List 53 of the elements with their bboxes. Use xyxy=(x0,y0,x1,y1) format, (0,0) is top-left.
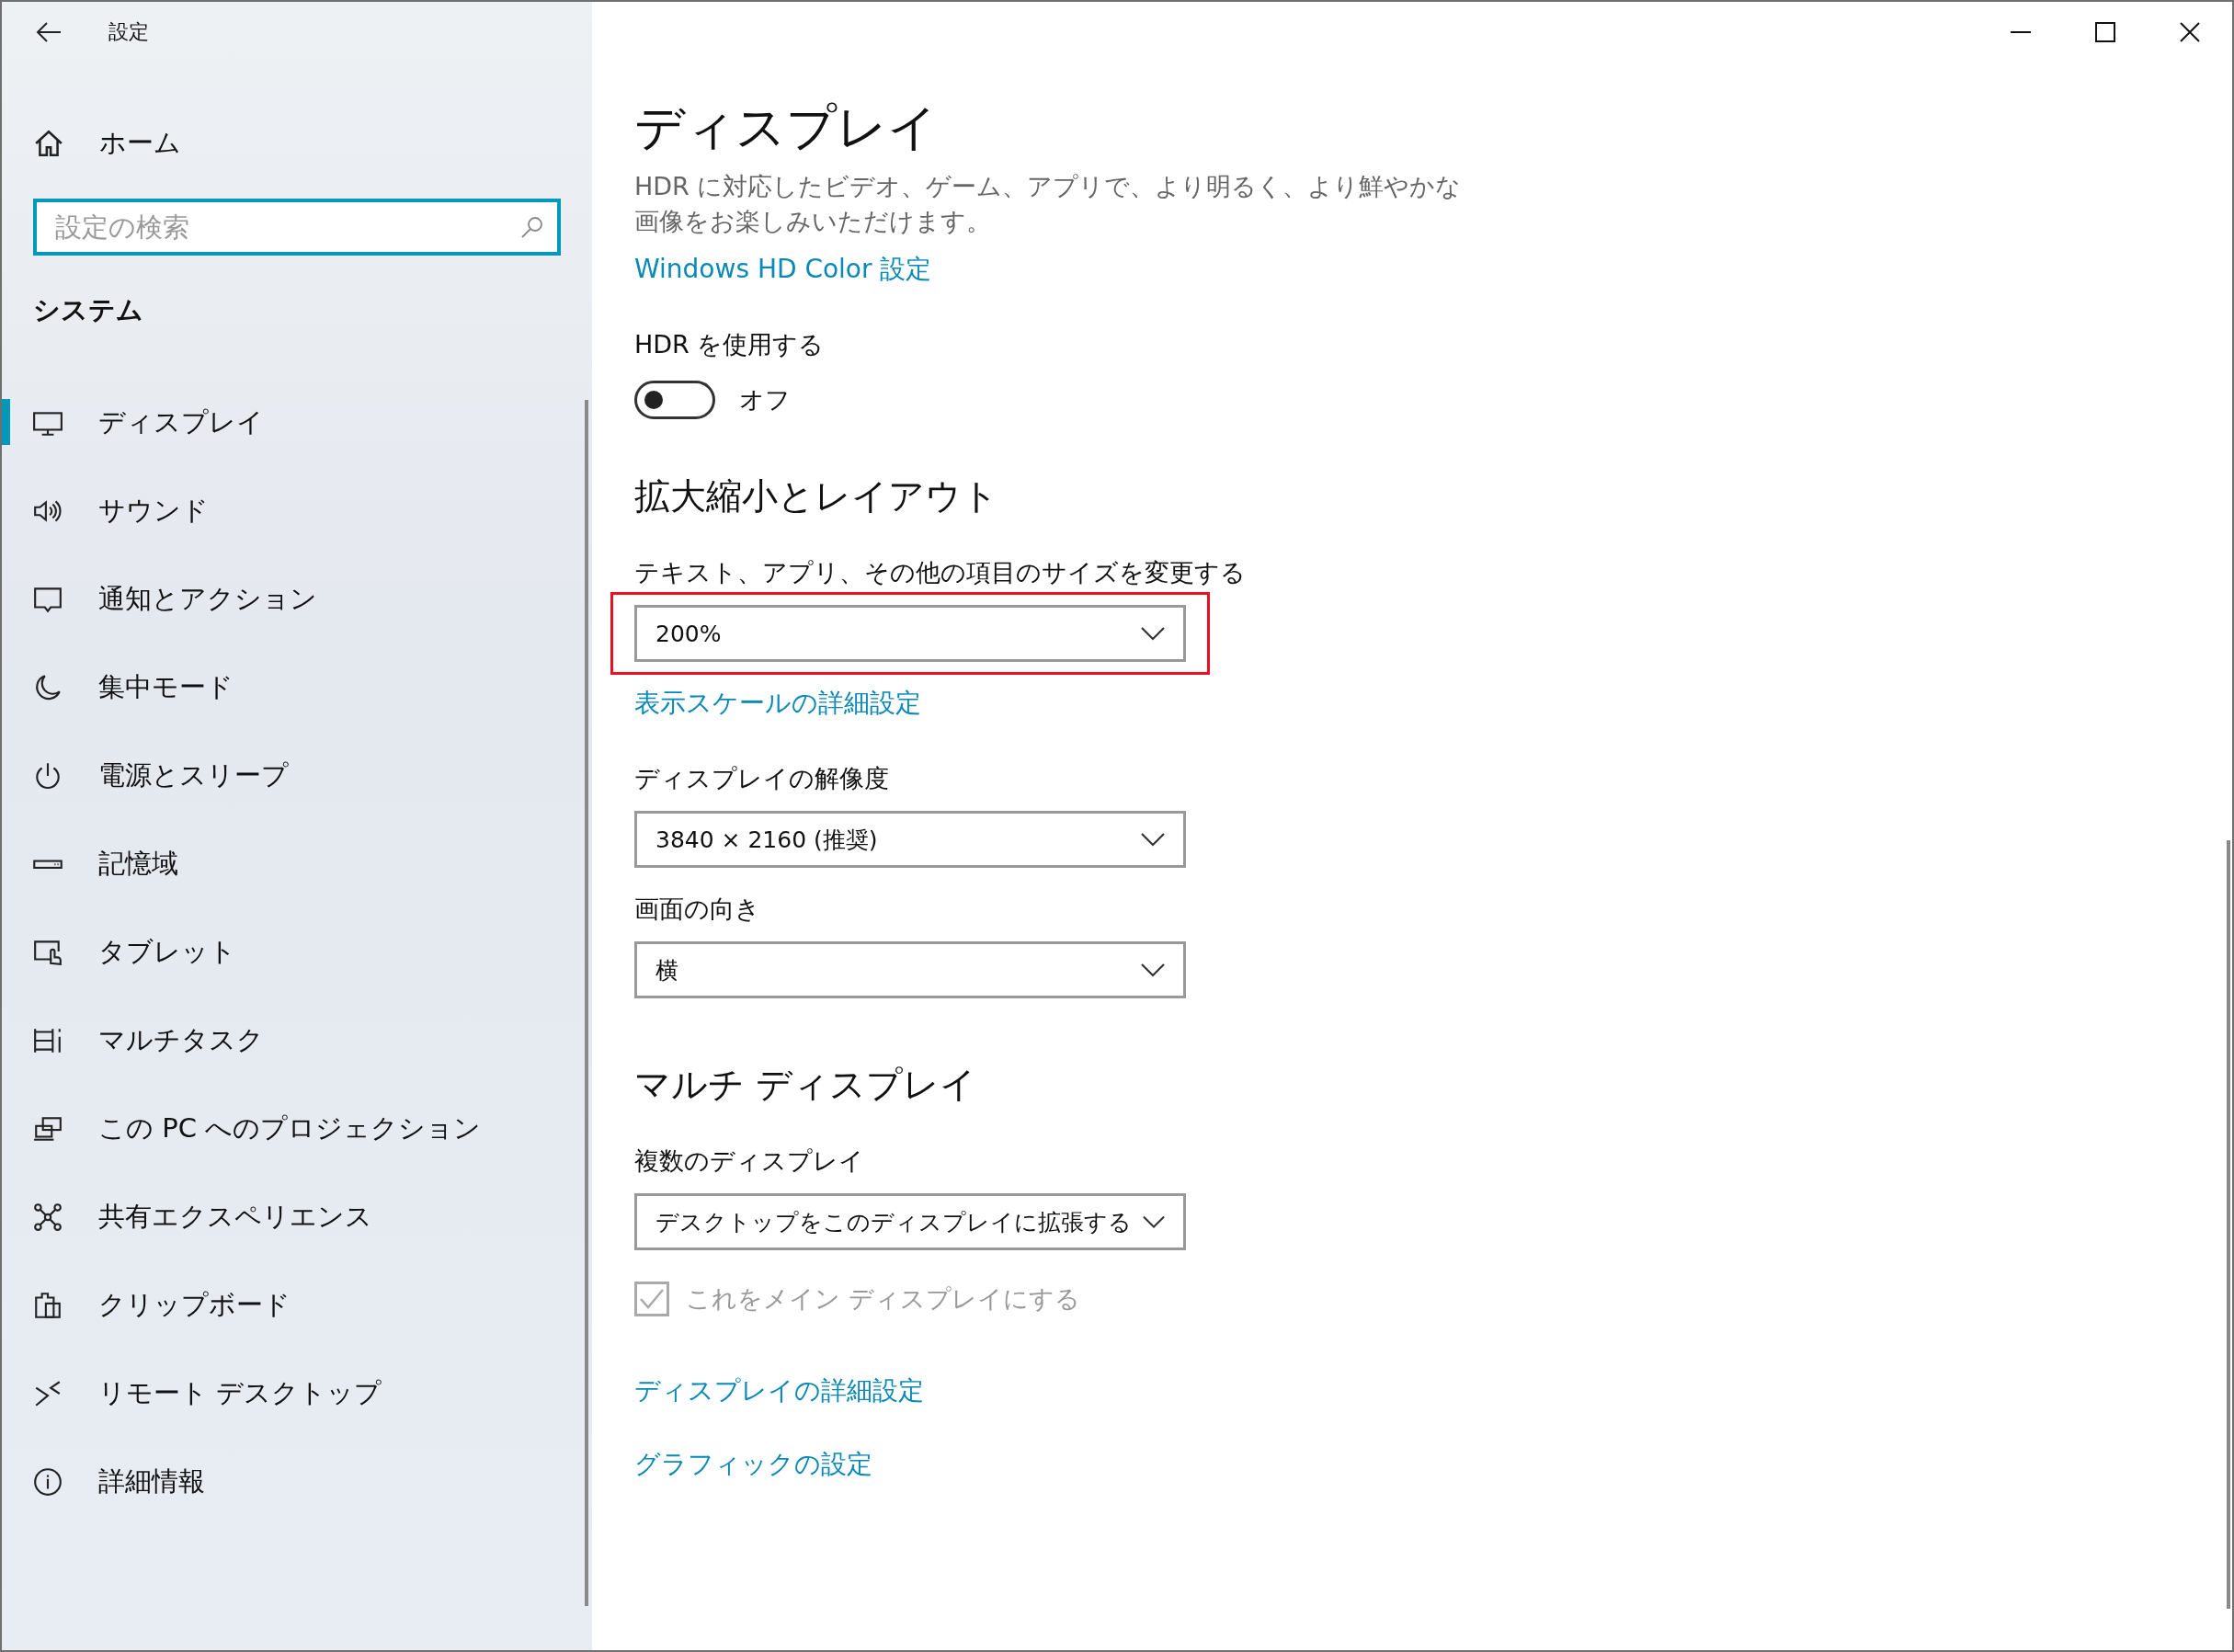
chevron-down-icon xyxy=(1141,963,1165,977)
nav-item[interactable]: 集中モード xyxy=(2,644,592,732)
minimize-icon xyxy=(2011,30,2031,34)
dropdown[interactable]: デスクトップをこのディスプレイに拡張する xyxy=(634,1193,1186,1250)
nav-item[interactable]: 通知とアクション xyxy=(2,555,592,644)
dropdown[interactable]: 200% xyxy=(634,605,1186,662)
search-icon xyxy=(520,215,544,239)
nav-item[interactable]: マルチタスク xyxy=(2,997,592,1085)
toggle-state: オフ xyxy=(739,384,791,416)
nav-item[interactable]: リモート デスクトップ xyxy=(2,1350,592,1438)
field-label: 複数のディスプレイ xyxy=(634,1145,864,1177)
nav-item[interactable]: 電源とスリープ xyxy=(2,732,592,820)
info-icon xyxy=(32,1466,63,1498)
nav-item[interactable]: この PC へのプロジェクション xyxy=(2,1085,592,1173)
nodes-icon xyxy=(32,1202,63,1233)
nav-item[interactable]: 共有エクスペリエンス xyxy=(2,1173,592,1261)
close-icon xyxy=(2180,22,2200,42)
section-heading: 拡大縮小とレイアウト xyxy=(634,474,998,518)
search-box[interactable]: 設定の検索 xyxy=(33,199,561,256)
chevron-down-icon xyxy=(1141,626,1165,641)
settings-link[interactable]: Windows HD Color 設定 xyxy=(634,254,932,284)
nav-item[interactable]: ディスプレイ xyxy=(2,379,592,467)
dropdown[interactable]: 横 xyxy=(634,941,1186,998)
field-label: 画面の向き xyxy=(634,894,760,925)
window-title: 設定 xyxy=(108,19,149,45)
field-label: ディスプレイの解像度 xyxy=(634,763,889,794)
chevron-down-icon xyxy=(1141,832,1165,847)
description-text: HDR に対応したビデオ、ゲーム、アプリで、より明るく、より鮮やかな画像をお楽しみいただけます。 xyxy=(634,171,1462,237)
storage-drive-icon xyxy=(32,860,63,869)
home-nav-item[interactable]: ホーム xyxy=(2,107,592,180)
clipboard-icon xyxy=(32,1290,63,1321)
field-label: HDR を使用する xyxy=(634,329,825,360)
nav-item[interactable]: サウンド xyxy=(2,467,592,555)
settings-link[interactable]: グラフィックの設定 xyxy=(634,1449,872,1479)
nav-item[interactable]: タブレット xyxy=(2,908,592,997)
section-heading: マルチ ディスプレイ xyxy=(634,1063,977,1107)
search-input[interactable]: 設定の検索 xyxy=(53,211,520,244)
toggle-switch[interactable] xyxy=(634,381,715,419)
nav-item[interactable]: クリップボード xyxy=(2,1261,592,1350)
chevron-down-icon xyxy=(1143,1214,1165,1229)
back-button[interactable] xyxy=(35,21,63,43)
maximize-icon xyxy=(2095,22,2115,42)
section-title: システム xyxy=(32,293,144,327)
settings-link[interactable]: 表示スケールの詳細設定 xyxy=(634,688,921,718)
dropdown[interactable]: 3840 × 2160 (推奨) xyxy=(634,811,1186,868)
field-label: テキスト、アプリ、その他の項目のサイズを変更する xyxy=(634,557,1246,588)
home-icon xyxy=(33,128,64,159)
nav-item[interactable]: 記憶域 xyxy=(2,820,592,908)
scrollbar[interactable] xyxy=(585,400,588,1606)
page-title: ディスプレイ xyxy=(634,97,938,158)
settings-link[interactable]: ディスプレイの詳細設定 xyxy=(634,1375,924,1406)
nav-item[interactable]: 詳細情報 xyxy=(2,1438,592,1526)
scrollbar[interactable] xyxy=(2227,840,2230,1609)
